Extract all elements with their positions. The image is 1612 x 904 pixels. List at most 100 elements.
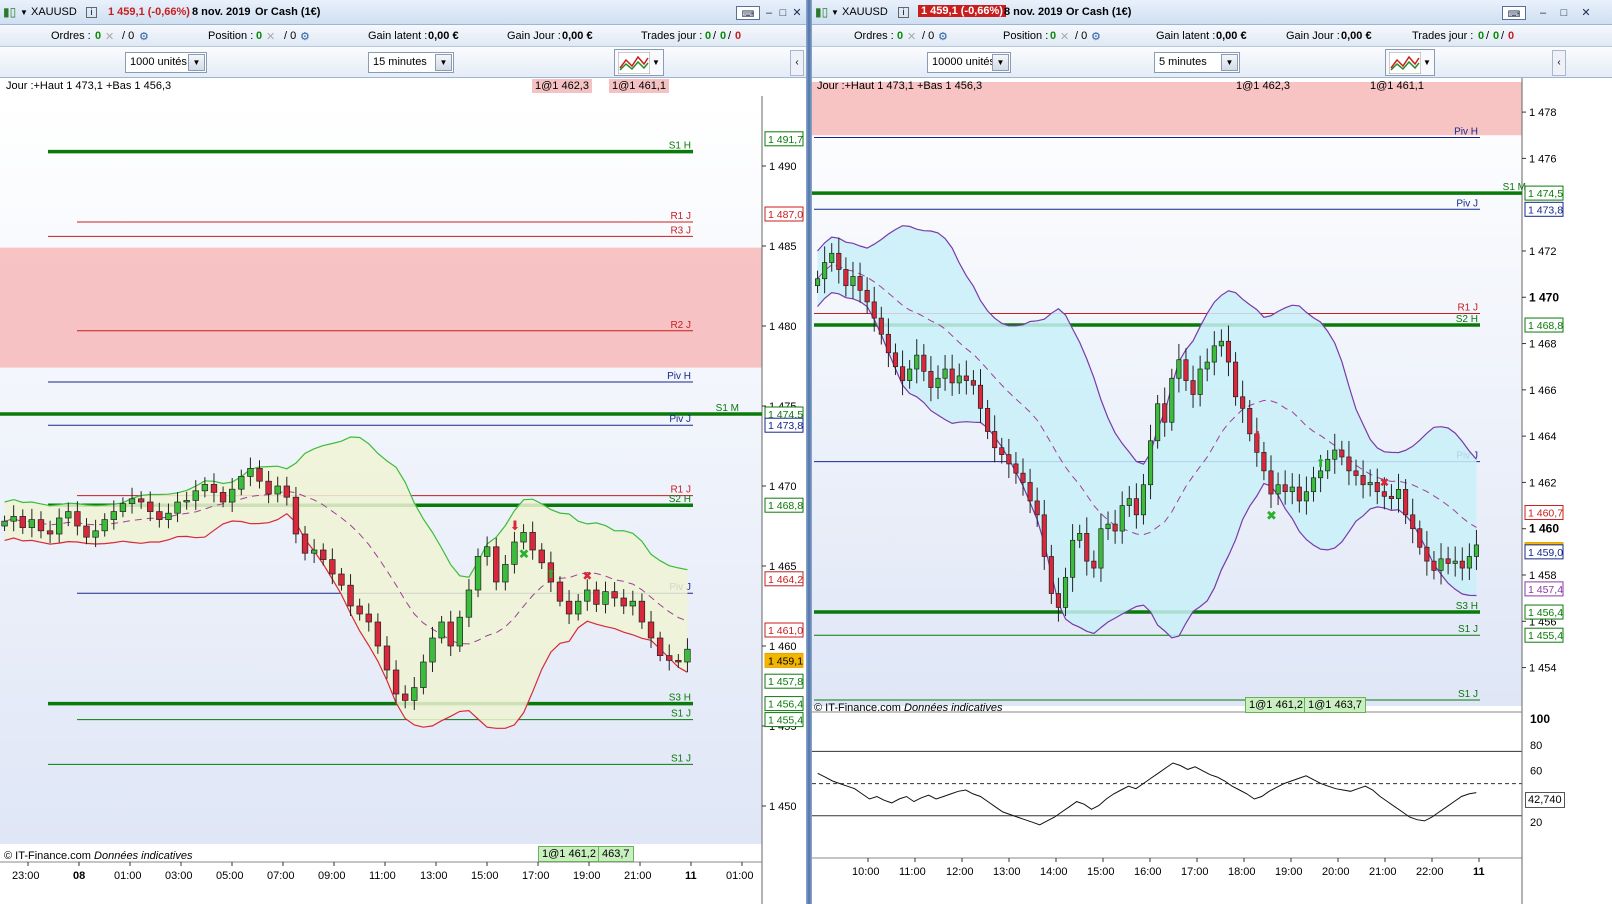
x-tick-label: 11:00 <box>899 866 926 878</box>
candle-body <box>1424 546 1430 562</box>
minimize-icon[interactable]: – <box>1536 6 1550 20</box>
chevron-down-icon[interactable]: ▼ <box>652 58 660 67</box>
trades-label: Trades jour : <box>641 30 703 42</box>
price-tag-label: 1 474,5 <box>1528 188 1563 200</box>
position-cancel-icon[interactable]: ✕ <box>266 30 275 43</box>
orders-settings-icon[interactable]: ⚙ <box>139 30 149 43</box>
candle-body <box>292 496 300 535</box>
right-price-chart[interactable]: 1 478 1 476 1 472 1 470 1 468 1 466 1 464 1 462… <box>812 78 1612 904</box>
price-tag-label: 1 456,4 <box>1528 607 1563 619</box>
left-infobar: Ordres : 0 ✕ / 0 ⚙ Position : 0 ✕ / 0 ⚙ … <box>0 25 806 47</box>
chart-type-icon[interactable]: ▮▯ <box>815 5 828 19</box>
order-tag[interactable]: 1@1 463,7 <box>1304 697 1366 713</box>
pivot-level-label: R3 J <box>670 225 691 236</box>
candle-body <box>956 375 962 384</box>
candle-body <box>356 605 363 615</box>
pivot-level-label: S1 H <box>669 141 691 152</box>
candle-body <box>1190 380 1196 395</box>
candle-body <box>283 485 290 498</box>
orders-cancel-icon[interactable]: ✕ <box>105 30 114 43</box>
collapse-panel-button[interactable]: ‹ <box>1552 50 1566 76</box>
buy-cross-icon: ✖ <box>519 546 530 561</box>
candle-body <box>110 511 117 520</box>
candle-body <box>970 380 976 386</box>
symbol-name[interactable]: XAUUSD <box>31 6 77 18</box>
candle-body <box>83 525 90 538</box>
order-tag[interactable]: 1@1 462,3 <box>532 79 592 93</box>
units-select[interactable]: 1000 unités ▼ <box>125 52 207 73</box>
x-tick-label: 09:00 <box>318 870 346 882</box>
candle-body <box>836 252 842 270</box>
chevron-down-icon[interactable]: ▼ <box>992 54 1009 71</box>
collapse-panel-button[interactable]: ‹ <box>790 50 804 76</box>
order-tag[interactable]: 1@1 461,1 <box>609 79 669 93</box>
chart-type-icon[interactable]: ▮▯ <box>3 5 16 19</box>
chevron-down-icon[interactable]: ▼ <box>188 54 205 71</box>
latent-value: 0,00 € <box>428 30 459 42</box>
candle-body <box>1 520 8 527</box>
candle-body <box>74 511 81 527</box>
keyboard-icon[interactable]: ⌨ <box>1502 6 1526 20</box>
candle-body <box>183 500 190 503</box>
info-icon[interactable]: i <box>898 7 909 18</box>
position-settings-icon[interactable]: ⚙ <box>300 30 310 43</box>
trades-slash: / <box>728 30 732 42</box>
chevron-down-icon[interactable]: ▼ <box>435 54 452 71</box>
position-settings-icon[interactable]: ⚙ <box>1091 30 1101 43</box>
chevron-down-icon[interactable]: ▼ <box>1423 58 1431 67</box>
maximize-icon[interactable]: □ <box>1557 6 1571 20</box>
chart-indicator-icon <box>1389 52 1421 74</box>
candle-body <box>483 546 491 557</box>
timeframe-select[interactable]: 5 minutes ▼ <box>1154 52 1240 73</box>
trades-slash: / <box>1486 30 1490 42</box>
y-tick-label: 1 470 <box>769 481 797 493</box>
candle-body <box>1162 403 1168 423</box>
indicator-chart-button[interactable]: ▼ <box>1385 49 1435 76</box>
maximize-icon[interactable]: □ <box>776 6 790 20</box>
close-icon[interactable]: ✕ <box>790 6 804 20</box>
date-label: 8 nov. 2019 <box>192 6 251 18</box>
candle-body <box>119 503 127 512</box>
candle-body <box>192 490 199 501</box>
symbol-name[interactable]: XAUUSD <box>842 6 888 18</box>
orders-settings-icon[interactable]: ⚙ <box>938 30 948 43</box>
chevron-down-icon[interactable]: ▼ <box>1221 54 1238 71</box>
day-header: Jour :+Haut 1 473,1 +Bas 1 456,3 <box>6 80 172 92</box>
keyboard-icon[interactable]: ⌨ <box>736 6 760 20</box>
orders-cancel-icon[interactable]: ✕ <box>907 30 916 43</box>
symbol-dropdown-arrow-icon[interactable]: ▼ <box>831 8 839 17</box>
symbol-dropdown-arrow-icon[interactable]: ▼ <box>20 8 28 17</box>
candle-body <box>265 480 272 495</box>
order-tag[interactable]: 1@1 461,2 <box>538 846 600 862</box>
timeframe-select[interactable]: 15 minutes ▼ <box>368 52 454 73</box>
timeframe-value: 5 minutes <box>1159 56 1207 68</box>
trades-slash: / <box>713 30 717 42</box>
candle-body <box>174 501 181 514</box>
trades-total: 0 <box>735 30 742 42</box>
position-cancel-icon[interactable]: ✕ <box>1060 30 1069 43</box>
order-tag[interactable]: 1@1 461,2 <box>1245 697 1307 713</box>
indicator-chart-button[interactable]: ▼ <box>614 49 664 76</box>
candle-body <box>1388 495 1394 499</box>
order-tag[interactable]: 463,7 <box>598 846 634 862</box>
day-gain-value: 0,00 € <box>562 30 593 42</box>
candle-body <box>620 597 627 607</box>
price-tag-label: 1 473,8 <box>1528 204 1563 216</box>
close-icon[interactable]: ✕ <box>1579 6 1593 20</box>
x-tick-label: 15:00 <box>1087 866 1115 878</box>
candle-body <box>1020 472 1026 483</box>
candle-body <box>963 375 969 381</box>
candle-body <box>1466 556 1472 569</box>
candle-body <box>1098 528 1104 569</box>
order-tag[interactable]: 1@1 462,3 <box>1233 79 1293 93</box>
position-value: 0 <box>256 30 263 42</box>
order-tag[interactable]: 1@1 461,1 <box>1367 79 1427 93</box>
units-select[interactable]: 10000 unités ▼ <box>927 52 1011 73</box>
candle-body <box>447 621 454 647</box>
info-icon[interactable]: i <box>86 7 97 18</box>
candle-body <box>942 368 948 379</box>
candle-body <box>46 530 54 535</box>
minimize-icon[interactable]: – <box>762 6 776 20</box>
left-price-chart[interactable]: 1 4901 4851 4801 4751 4701 4651 4601 455… <box>0 78 806 904</box>
candle-body <box>128 498 136 504</box>
